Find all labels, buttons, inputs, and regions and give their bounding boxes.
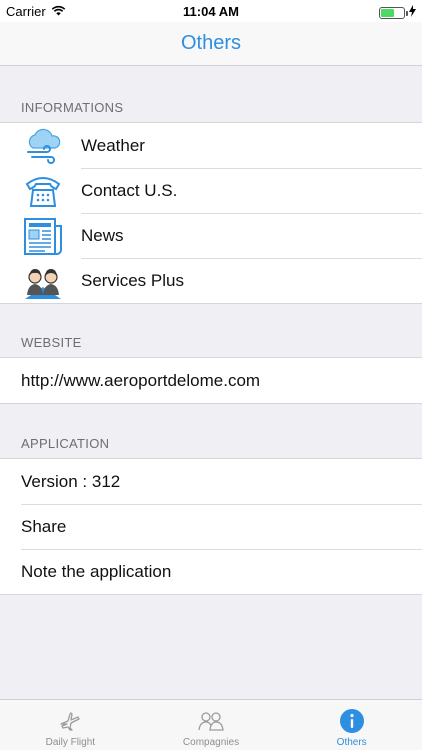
tab-others[interactable]: Others	[281, 700, 422, 750]
contact-label: Contact U.S.	[81, 180, 178, 200]
services-plus-label: Services Plus	[81, 270, 184, 290]
status-right	[379, 5, 416, 20]
page-title: Others	[180, 32, 242, 54]
list-item-note-app[interactable]: Note the application	[0, 549, 422, 594]
application-group: Version : 312 Share Note the application	[0, 458, 422, 595]
tab-bar: Daily Flight Compagnies Others	[0, 699, 422, 750]
share-label: Share	[21, 516, 67, 536]
list-item-share[interactable]: Share	[0, 504, 422, 549]
informations-group: Weather Contact U.S. News Services Plus	[0, 122, 422, 304]
telephone-icon	[21, 171, 65, 211]
list-item-version: Version : 312	[0, 459, 422, 504]
status-bar: Carrier 11:04 AM	[0, 0, 422, 22]
navigation-bar: Others	[0, 22, 422, 66]
newspaper-icon	[21, 216, 65, 256]
list-item-weather[interactable]: Weather	[0, 123, 422, 168]
section-header-informations: INFORMATIONS	[21, 100, 124, 115]
weather-label: Weather	[81, 135, 145, 155]
tab-others-label: Others	[336, 737, 367, 748]
news-label: News	[81, 225, 124, 245]
list-item-services-plus[interactable]: Services Plus	[0, 258, 422, 303]
list-item-contact[interactable]: Contact U.S.	[0, 168, 422, 213]
lightning-icon	[409, 5, 416, 20]
info-icon	[338, 707, 366, 735]
note-app-label: Note the application	[21, 561, 172, 581]
version-label: Version : 312	[21, 471, 121, 491]
website-url: http://www.aeroportdelome.com	[21, 370, 261, 390]
website-link[interactable]: http://www.aeroportdelome.com	[0, 358, 422, 403]
people-group-icon	[197, 707, 225, 735]
battery-icon	[379, 6, 408, 19]
tab-daily-flight[interactable]: Daily Flight	[0, 700, 141, 750]
section-header-website: WEBSITE	[21, 335, 82, 350]
tab-compagnies-label: Compagnies	[182, 737, 240, 748]
status-time: 11:04 AM	[183, 4, 239, 19]
airplane-icon	[56, 707, 84, 735]
weather-icon	[21, 126, 65, 166]
people-icon	[21, 261, 65, 301]
list-item-news[interactable]: News	[0, 213, 422, 258]
section-header-application: APPLICATION	[21, 436, 110, 451]
tab-daily-flight-label: Daily Flight	[45, 737, 96, 748]
tab-compagnies[interactable]: Compagnies	[141, 700, 282, 750]
website-group: http://www.aeroportdelome.com	[0, 357, 422, 404]
